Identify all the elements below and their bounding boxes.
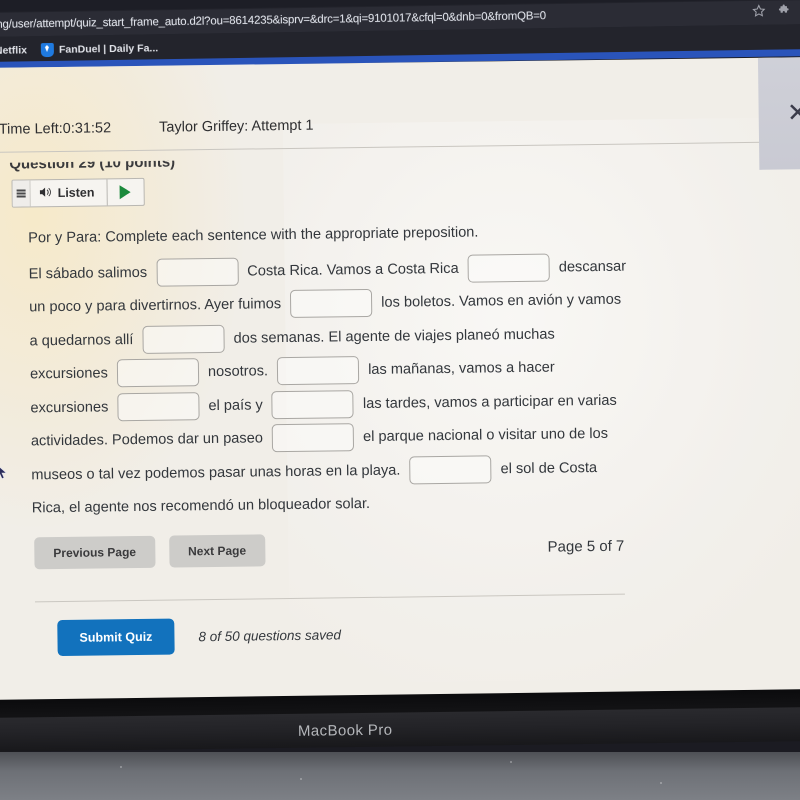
quiz-topbar: Time Left:0:31:52 Taylor Griffey: Attemp… — [0, 97, 800, 153]
listen-label: Listen — [57, 185, 95, 201]
extensions-puzzle-icon[interactable] — [778, 3, 791, 16]
fanduel-shield-icon — [40, 42, 55, 57]
submit-row: Submit Quiz 8 of 50 questions saved — [57, 616, 342, 657]
star-icon[interactable] — [752, 3, 766, 17]
bookmark-netflix[interactable]: Netflix — [0, 44, 27, 57]
play-button[interactable] — [107, 179, 143, 205]
next-page-button[interactable]: Next Page — [168, 534, 266, 568]
close-panel: ✕ — [757, 57, 800, 170]
answer-blank-3[interactable] — [290, 289, 373, 319]
laptop-photo: Quizzes - SP × Translator - G izzing/use… — [0, 0, 800, 800]
desk-speck — [120, 766, 122, 768]
bookmark-label: FanDuel | Daily Fa... — [58, 41, 159, 56]
attempt-info: Taylor Griffey: Attempt 1 — [159, 117, 314, 136]
mouse-cursor-icon — [0, 463, 9, 481]
sentence-segment: Costa Rica. Vamos a Costa Rica — [247, 260, 459, 280]
time-left: Time Left:0:31:52 — [0, 120, 112, 138]
answer-blank-7[interactable] — [117, 391, 200, 421]
answer-blank-4[interactable] — [142, 324, 225, 354]
pager: Previous Page Next Page Page 5 of 7 — [34, 530, 624, 570]
desk-speck — [300, 778, 302, 780]
question-header: Question 29 (10 points) — [9, 153, 176, 173]
listen-button[interactable]: Listen — [30, 179, 108, 207]
quiz-page: Time Left:0:31:52 Taylor Griffey: Attemp… — [0, 57, 800, 708]
sentence-start: El sábado salimos — [28, 264, 148, 282]
answer-blank-6[interactable] — [276, 356, 360, 386]
page-indicator: Page 5 of 7 — [547, 537, 625, 556]
desk-surface — [0, 752, 800, 800]
speaker-icon — [39, 186, 52, 201]
divider — [34, 593, 625, 603]
previous-page-button[interactable]: Previous Page — [34, 535, 156, 570]
bookmark-label: Netflix — [0, 43, 28, 57]
bookmark-fanduel[interactable]: FanDuel | Daily Fa... — [40, 41, 159, 57]
answer-blank-9[interactable] — [271, 423, 355, 453]
saved-status: 8 of 50 questions saved — [198, 626, 342, 644]
sentence-segment: nosotros. — [207, 363, 269, 381]
drag-handle-icon[interactable] — [12, 180, 31, 207]
answer-blank-5[interactable] — [116, 358, 200, 388]
url-text[interactable]: izzing/user/attempt/quiz_start_frame_aut… — [0, 10, 546, 31]
sentence-segment: el país y — [208, 396, 263, 414]
desk-speck — [510, 761, 512, 763]
device-label: MacBook Pro — [297, 721, 393, 740]
close-icon[interactable]: ✕ — [787, 97, 800, 127]
answer-blank-2[interactable] — [467, 253, 550, 283]
play-icon — [119, 185, 132, 200]
omnibar-icon-group — [752, 2, 800, 17]
listen-toolbar: Listen — [11, 177, 145, 208]
answer-blank-8[interactable] — [271, 389, 355, 419]
question-prompt: Por y Para: Complete each sentence with … — [28, 224, 479, 247]
question-sentence-flow: El sábado salimos Costa Rica. Vamos a Co… — [28, 250, 631, 526]
submit-quiz-button[interactable]: Submit Quiz — [57, 618, 175, 657]
answer-blank-1[interactable] — [156, 257, 239, 287]
question-body: Por y Para: Complete each sentence with … — [28, 215, 632, 526]
answer-blank-10[interactable] — [409, 455, 492, 485]
desk-speck — [660, 782, 662, 784]
